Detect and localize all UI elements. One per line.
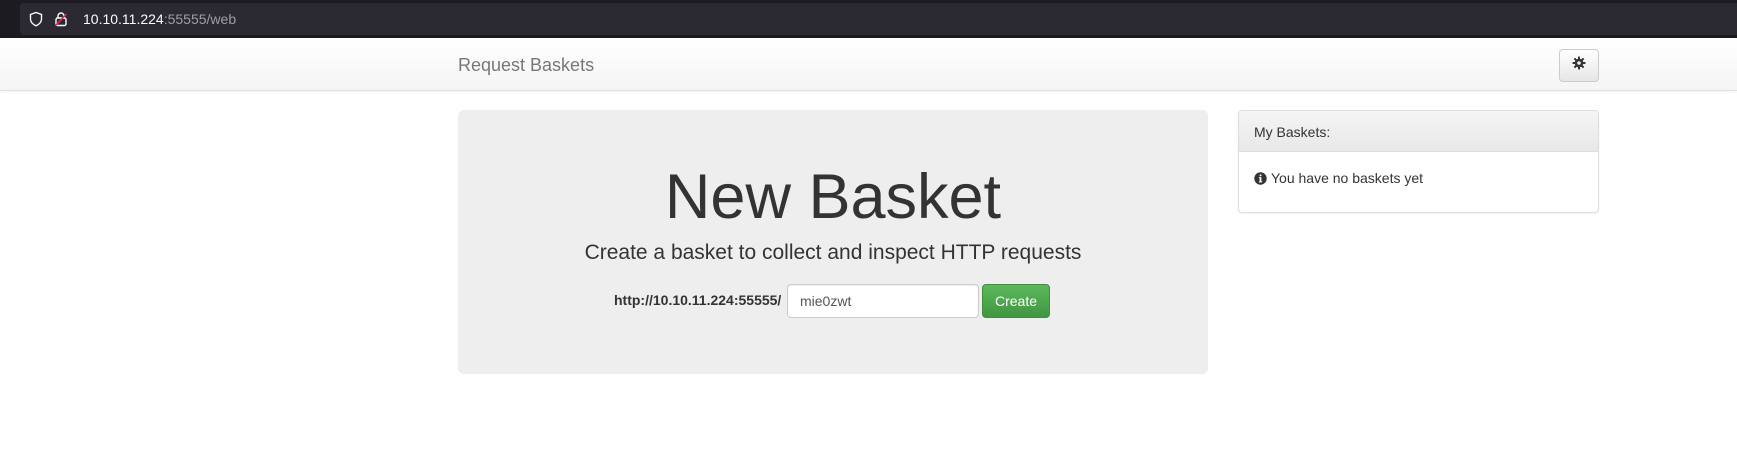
url-text[interactable]: 10.10.11.224:55555/web [83, 11, 236, 27]
shield-icon[interactable] [28, 11, 44, 27]
basket-name-input[interactable] [787, 284, 979, 318]
empty-baskets-text: You have no baskets yet [1271, 170, 1424, 186]
brand-link[interactable]: Request Baskets [458, 55, 594, 75]
create-basket-form: http://10.10.11.224:55555/ Create [458, 284, 1208, 318]
my-baskets-panel: My Baskets: You have no baskets yet [1238, 110, 1599, 213]
page-subtitle: Create a basket to collect and inspect H… [584, 241, 1082, 264]
lock-icon[interactable] [53, 11, 69, 27]
url-host: 10.10.11.224 [83, 11, 164, 27]
new-basket-panel: New Basket Create a basket to collect an… [458, 110, 1208, 374]
panel-heading: My Baskets: [1239, 111, 1598, 152]
settings-button[interactable] [1559, 49, 1599, 82]
create-button[interactable]: Create [982, 284, 1050, 318]
url-path: :55555/web [163, 11, 237, 27]
page-title: New Basket [664, 162, 1002, 232]
gear-icon [1572, 56, 1586, 75]
address-bar[interactable]: 10.10.11.224:55555/web [20, 3, 1737, 35]
browser-toolbar: 10.10.11.224:55555/web [0, 0, 1737, 38]
panel-title: My Baskets: [1254, 124, 1331, 140]
navbar: Request Baskets [0, 38, 1737, 91]
info-circle-icon [1254, 171, 1267, 185]
empty-baskets-message: You have no baskets yet [1254, 170, 1423, 186]
basket-url-prefix: http://10.10.11.224:55555/ [614, 292, 782, 308]
